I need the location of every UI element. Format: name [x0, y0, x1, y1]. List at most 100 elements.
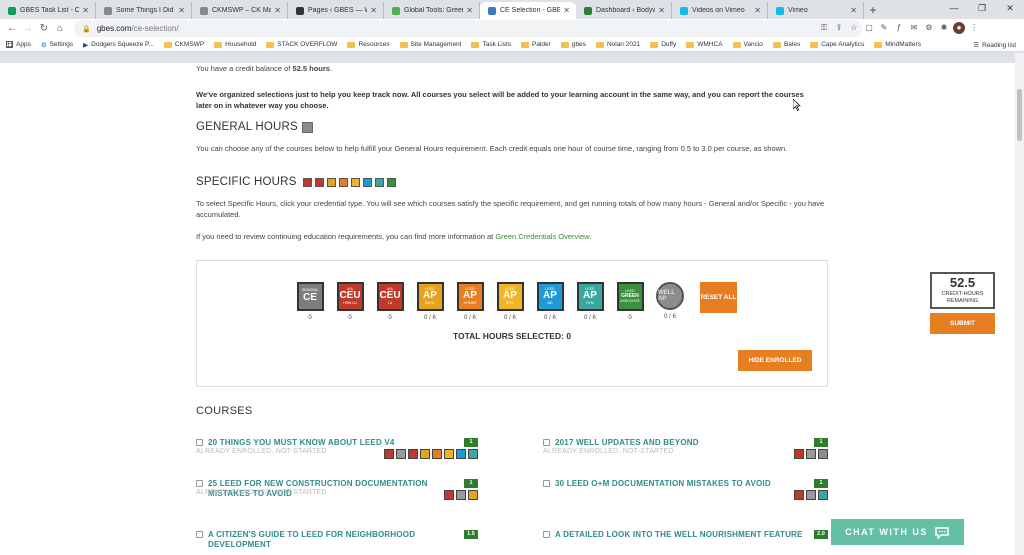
- tab-close-icon[interactable]: ✕: [82, 6, 89, 15]
- scrollbar-thumb[interactable]: [1017, 89, 1022, 141]
- bookmark-item[interactable]: CKMSWP: [163, 41, 204, 48]
- credential-6[interactable]: LEED AP ND 0 / 6: [536, 282, 564, 321]
- close-window-icon[interactable]: ✕: [996, 0, 1024, 17]
- pencil-icon[interactable]: ✎: [878, 22, 890, 34]
- badge-bottom: HSW LU: [343, 301, 357, 305]
- bookmark-item[interactable]: Palder: [521, 41, 551, 48]
- mouse-cursor-icon: [793, 99, 801, 111]
- credential-5[interactable]: LEED AP ID+C 0 / 6: [496, 282, 524, 321]
- course-title[interactable]: A CITIZEN'S GUIDE TO LEED FOR NEIGHBORHO…: [208, 530, 458, 550]
- hide-enrolled-button[interactable]: HIDE ENROLLED: [738, 350, 812, 371]
- tab-close-icon[interactable]: ✕: [850, 6, 857, 15]
- credential-2[interactable]: AIA CEU LU 0: [376, 282, 404, 321]
- bookmark-item[interactable]: Task Lists: [471, 41, 511, 48]
- tab-favicon-icon: [200, 6, 208, 15]
- reading-list[interactable]: ☰ Reading list: [973, 38, 1016, 52]
- address-bar[interactable]: 🔒 gbes.com/ce-selection/: [74, 20, 862, 37]
- back-icon[interactable]: ←: [4, 23, 20, 34]
- course-checkbox[interactable]: [196, 531, 203, 538]
- credential-0[interactable]: GENERAL CE 0: [296, 282, 324, 321]
- tab-close-icon[interactable]: ✕: [274, 6, 281, 15]
- course-checkbox[interactable]: [196, 480, 203, 487]
- tab-close-icon[interactable]: ✕: [466, 6, 473, 15]
- course-title[interactable]: A DETAILED LOOK INTO THE WELL NOURISHMEN…: [555, 530, 805, 540]
- tab-6[interactable]: CE Selection - GBES ✕: [480, 2, 576, 19]
- bookmark-item[interactable]: WMHCA: [686, 41, 723, 48]
- credential-4[interactable]: LEED AP HOMES 0 / 6: [456, 282, 484, 321]
- badge-bottom: LU: [387, 301, 393, 305]
- tab-close-icon[interactable]: ✕: [563, 6, 570, 15]
- bookmark-item[interactable]: Resources: [347, 41, 390, 48]
- credential-row: GENERAL CE 0 AIA CEU HSW LU 0 AIA CEU LU 0 LEED AP BD…: [296, 282, 737, 321]
- reset-all-button[interactable]: RESET ALL: [700, 282, 737, 313]
- share-icon[interactable]: ⇪: [833, 22, 845, 34]
- new-tab-button[interactable]: +: [864, 2, 882, 19]
- course-title[interactable]: 2017 WELL UPDATES AND BEYOND: [555, 438, 805, 448]
- bookmark-item[interactable]: Cape Analytics: [810, 41, 864, 48]
- bookmark-item[interactable]: MindMatters: [874, 41, 921, 48]
- general-hours-text: You can choose any of the courses below …: [196, 144, 788, 153]
- course-title[interactable]: 20 THINGS YOU MUST KNOW ABOUT LEED V4: [208, 438, 458, 448]
- bookmark-item[interactable]: Apps: [6, 41, 31, 48]
- green-credentials-link[interactable]: Green Credentials Overview: [495, 232, 589, 241]
- tab-close-icon[interactable]: ✕: [370, 6, 377, 15]
- bookmark-item[interactable]: Bales: [772, 41, 800, 48]
- tab-close-icon[interactable]: ✕: [658, 6, 665, 15]
- course-title[interactable]: 30 LEED O+M DOCUMENTATION MISTAKES TO AV…: [555, 479, 805, 489]
- extension-1-icon[interactable]: ▢: [863, 22, 875, 34]
- credential-7[interactable]: LEED AP O+M 0 / 6: [576, 282, 604, 321]
- tab-favicon-icon: [584, 6, 592, 15]
- page-scrollbar[interactable]: [1015, 53, 1024, 555]
- course-checkbox[interactable]: [196, 439, 203, 446]
- credential-icon: [806, 449, 816, 459]
- credential-8[interactable]: LEED GREEN ASSOCIATE 0: [616, 282, 644, 321]
- bookmark-item[interactable]: Duffy: [650, 41, 676, 48]
- credential-icon: [420, 449, 430, 459]
- bookmark-item[interactable]: Nolan 2021: [595, 41, 640, 48]
- credit-balance-text: You have a credit balance of 52.5 hours.: [196, 63, 332, 74]
- gmail-icon[interactable]: ✉: [908, 22, 920, 34]
- minimize-icon[interactable]: —: [940, 0, 968, 17]
- credential-3[interactable]: LEED AP BD+C 0 / 6: [416, 282, 444, 321]
- course-checkbox[interactable]: [543, 439, 550, 446]
- badge-main: AP: [503, 290, 517, 301]
- gear-icon[interactable]: ⚙: [923, 22, 935, 34]
- tab-close-icon[interactable]: ✕: [754, 6, 761, 15]
- tab-5[interactable]: Global Tools: Green Su✕: [384, 2, 480, 19]
- bookmark-item[interactable]: ▶ Dodgers Squeeze P...: [83, 41, 154, 49]
- folder-icon: [347, 41, 356, 48]
- function-icon[interactable]: ƒ: [893, 22, 905, 34]
- course-hours-badge: 2.0: [814, 530, 828, 539]
- reload-icon[interactable]: ↻: [36, 23, 52, 34]
- tab-9[interactable]: Vimeo ✕: [768, 2, 864, 19]
- submit-button[interactable]: SUBMIT: [930, 313, 995, 334]
- tab-1[interactable]: GBES Task List - CK - Google✕: [0, 2, 96, 19]
- bookmark-item[interactable]: Site Management: [399, 41, 461, 48]
- forward-icon[interactable]: →: [20, 23, 36, 34]
- home-icon[interactable]: ⌂: [52, 23, 68, 34]
- bookmark-item[interactable]: Vancio: [732, 41, 763, 48]
- credential-1[interactable]: AIA CEU HSW LU 0: [336, 282, 364, 321]
- bookmark-item[interactable]: gbes: [560, 41, 586, 48]
- key-icon[interactable]: ⚿: [818, 22, 830, 34]
- restore-icon[interactable]: ❐: [968, 0, 996, 17]
- chat-with-us-button[interactable]: CHAT WITH US: [831, 519, 964, 545]
- puzzle-icon[interactable]: ✱: [938, 22, 950, 34]
- tab-7[interactable]: Dashboard ‹ Bodywork✕: [576, 2, 672, 19]
- tab-4[interactable]: Pages ‹ GBES — WordPress✕: [288, 2, 384, 19]
- tab-2[interactable]: Some Things I Did in 2020✕: [96, 2, 192, 19]
- course-checkbox[interactable]: [543, 531, 550, 538]
- credential-well-ap[interactable]: WELL AP 0 / 6: [656, 282, 684, 321]
- tab-8[interactable]: Videos on Vimeo ✕: [672, 2, 768, 19]
- bookmark-item[interactable]: Household: [214, 41, 256, 48]
- star-icon[interactable]: ☆: [848, 22, 860, 34]
- bookmark-item[interactable]: ⚙ Settings: [41, 41, 73, 49]
- avatar[interactable]: ●: [953, 22, 965, 34]
- tab-title: Pages ‹ GBES — WordPress: [308, 7, 367, 14]
- menu-icon[interactable]: ⋮: [968, 22, 980, 34]
- bookmark-item[interactable]: STACK OVERFLOW: [266, 41, 337, 48]
- tab-close-icon[interactable]: ✕: [178, 6, 185, 15]
- tab-3[interactable]: CKMSWP – CK MacLeod✕: [192, 2, 288, 19]
- course-checkbox[interactable]: [543, 480, 550, 487]
- course-status: ALREADY ENROLLED, NOT-STARTED: [543, 448, 674, 455]
